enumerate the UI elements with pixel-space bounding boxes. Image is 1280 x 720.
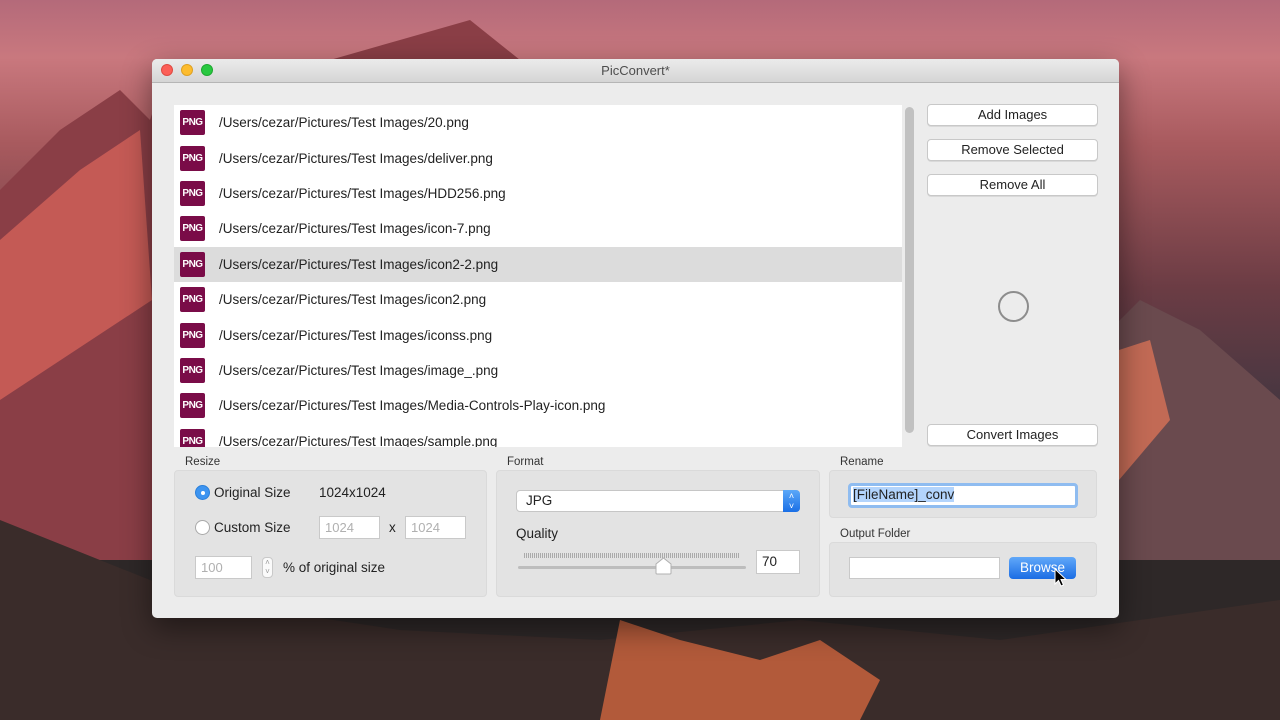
window-title: PicConvert* — [601, 63, 670, 78]
file-path: /Users/cezar/Pictures/Test Images/Media-… — [219, 398, 606, 414]
file-path: /Users/cezar/Pictures/Test Images/20.png — [219, 115, 469, 131]
quality-slider-thumb[interactable] — [655, 557, 672, 575]
file-list-row[interactable]: PNG/Users/cezar/Pictures/Test Images/ico… — [174, 317, 902, 352]
png-file-icon: PNG — [180, 145, 205, 171]
percent-label: % of original size — [283, 560, 386, 575]
quality-input[interactable]: 70 — [756, 550, 800, 574]
file-list-row[interactable]: PNG/Users/cezar/Pictures/Test Images/ico… — [174, 246, 902, 282]
file-list-row[interactable]: PNG/Users/cezar/Pictures/Test Images/20.… — [174, 105, 902, 140]
file-path: /Users/cezar/Pictures/Test Images/icon2-… — [219, 256, 499, 272]
png-file-icon: PNG — [180, 322, 205, 348]
app-window: PicConvert* PNG/Users/cezar/Pictures/Tes… — [152, 59, 1119, 618]
add-images-button[interactable]: Add Images — [927, 104, 1098, 126]
file-path: /Users/cezar/Pictures/Test Images/icon-7… — [219, 221, 491, 237]
png-file-icon: PNG — [180, 216, 205, 242]
file-list-scrollbar[interactable] — [905, 107, 914, 433]
file-path: /Users/cezar/Pictures/Test Images/delive… — [219, 150, 493, 166]
file-list-row[interactable]: PNG/Users/cezar/Pictures/Test Images/del… — [174, 140, 902, 175]
file-list-row[interactable]: PNG/Users/cezar/Pictures/Test Images/HDD… — [174, 176, 902, 211]
rename-input-value: [FileName]_conv — [853, 487, 955, 502]
png-file-icon: PNG — [180, 180, 205, 206]
times-label: x — [389, 520, 396, 535]
resize-label: Resize — [185, 456, 221, 468]
rename-input[interactable]: [FileName]_conv — [848, 483, 1078, 508]
title-bar: PicConvert* — [152, 59, 1119, 83]
format-select[interactable]: JPG ˄ ˅ — [516, 490, 800, 512]
original-size-radio[interactable] — [195, 485, 210, 500]
file-list[interactable]: PNG/Users/cezar/Pictures/Test Images/20.… — [174, 105, 902, 447]
format-label: Format — [507, 456, 544, 468]
percent-input[interactable]: 100 — [195, 556, 252, 579]
convert-images-button[interactable]: Convert Images — [927, 424, 1098, 446]
original-size-label: Original Size — [214, 485, 291, 500]
remove-selected-button[interactable]: Remove Selected — [927, 139, 1098, 161]
file-path: /Users/cezar/Pictures/Test Images/HDD256… — [219, 185, 506, 201]
output-folder-label: Output Folder — [840, 528, 911, 540]
select-arrows-icon: ˄ ˅ — [783, 490, 800, 512]
file-list-row[interactable]: PNG/Users/cezar/Pictures/Test Images/ico… — [174, 211, 902, 246]
progress-spinner-icon — [998, 291, 1029, 322]
png-file-icon: PNG — [180, 287, 205, 313]
percent-stepper[interactable]: ˄ ˅ — [262, 557, 273, 578]
file-path: /Users/cezar/Pictures/Test Images/sample… — [219, 433, 498, 447]
quality-slider-ticks — [524, 553, 739, 558]
png-file-icon: PNG — [180, 428, 205, 447]
png-file-icon: PNG — [180, 110, 205, 136]
file-list-row[interactable]: PNG/Users/cezar/Pictures/Test Images/ico… — [174, 282, 902, 317]
remove-all-button[interactable]: Remove All — [927, 174, 1098, 196]
png-file-icon: PNG — [180, 393, 205, 419]
png-file-icon: PNG — [180, 357, 205, 383]
file-path: /Users/cezar/Pictures/Test Images/icon2.… — [219, 292, 487, 308]
format-selected-value: JPG — [526, 493, 553, 508]
output-folder-input[interactable] — [849, 557, 1000, 579]
custom-size-radio[interactable] — [195, 520, 210, 535]
custom-width-input[interactable]: 1024 — [319, 516, 380, 539]
mouse-cursor-icon — [1054, 568, 1068, 587]
quality-slider[interactable] — [518, 566, 746, 569]
custom-size-label: Custom Size — [214, 520, 291, 535]
custom-height-input[interactable]: 1024 — [405, 516, 466, 539]
file-list-row[interactable]: PNG/Users/cezar/Pictures/Test Images/Med… — [174, 388, 902, 423]
file-path: /Users/cezar/Pictures/Test Images/iconss… — [219, 327, 493, 343]
png-file-icon: PNG — [180, 251, 205, 277]
file-list-row[interactable]: PNG/Users/cezar/Pictures/Test Images/sam… — [174, 424, 902, 447]
quality-label: Quality — [516, 526, 559, 541]
original-size-value: 1024x1024 — [319, 485, 386, 500]
rename-label: Rename — [840, 456, 884, 468]
file-list-row[interactable]: PNG/Users/cezar/Pictures/Test Images/ima… — [174, 353, 902, 388]
file-path: /Users/cezar/Pictures/Test Images/image_… — [219, 362, 499, 378]
